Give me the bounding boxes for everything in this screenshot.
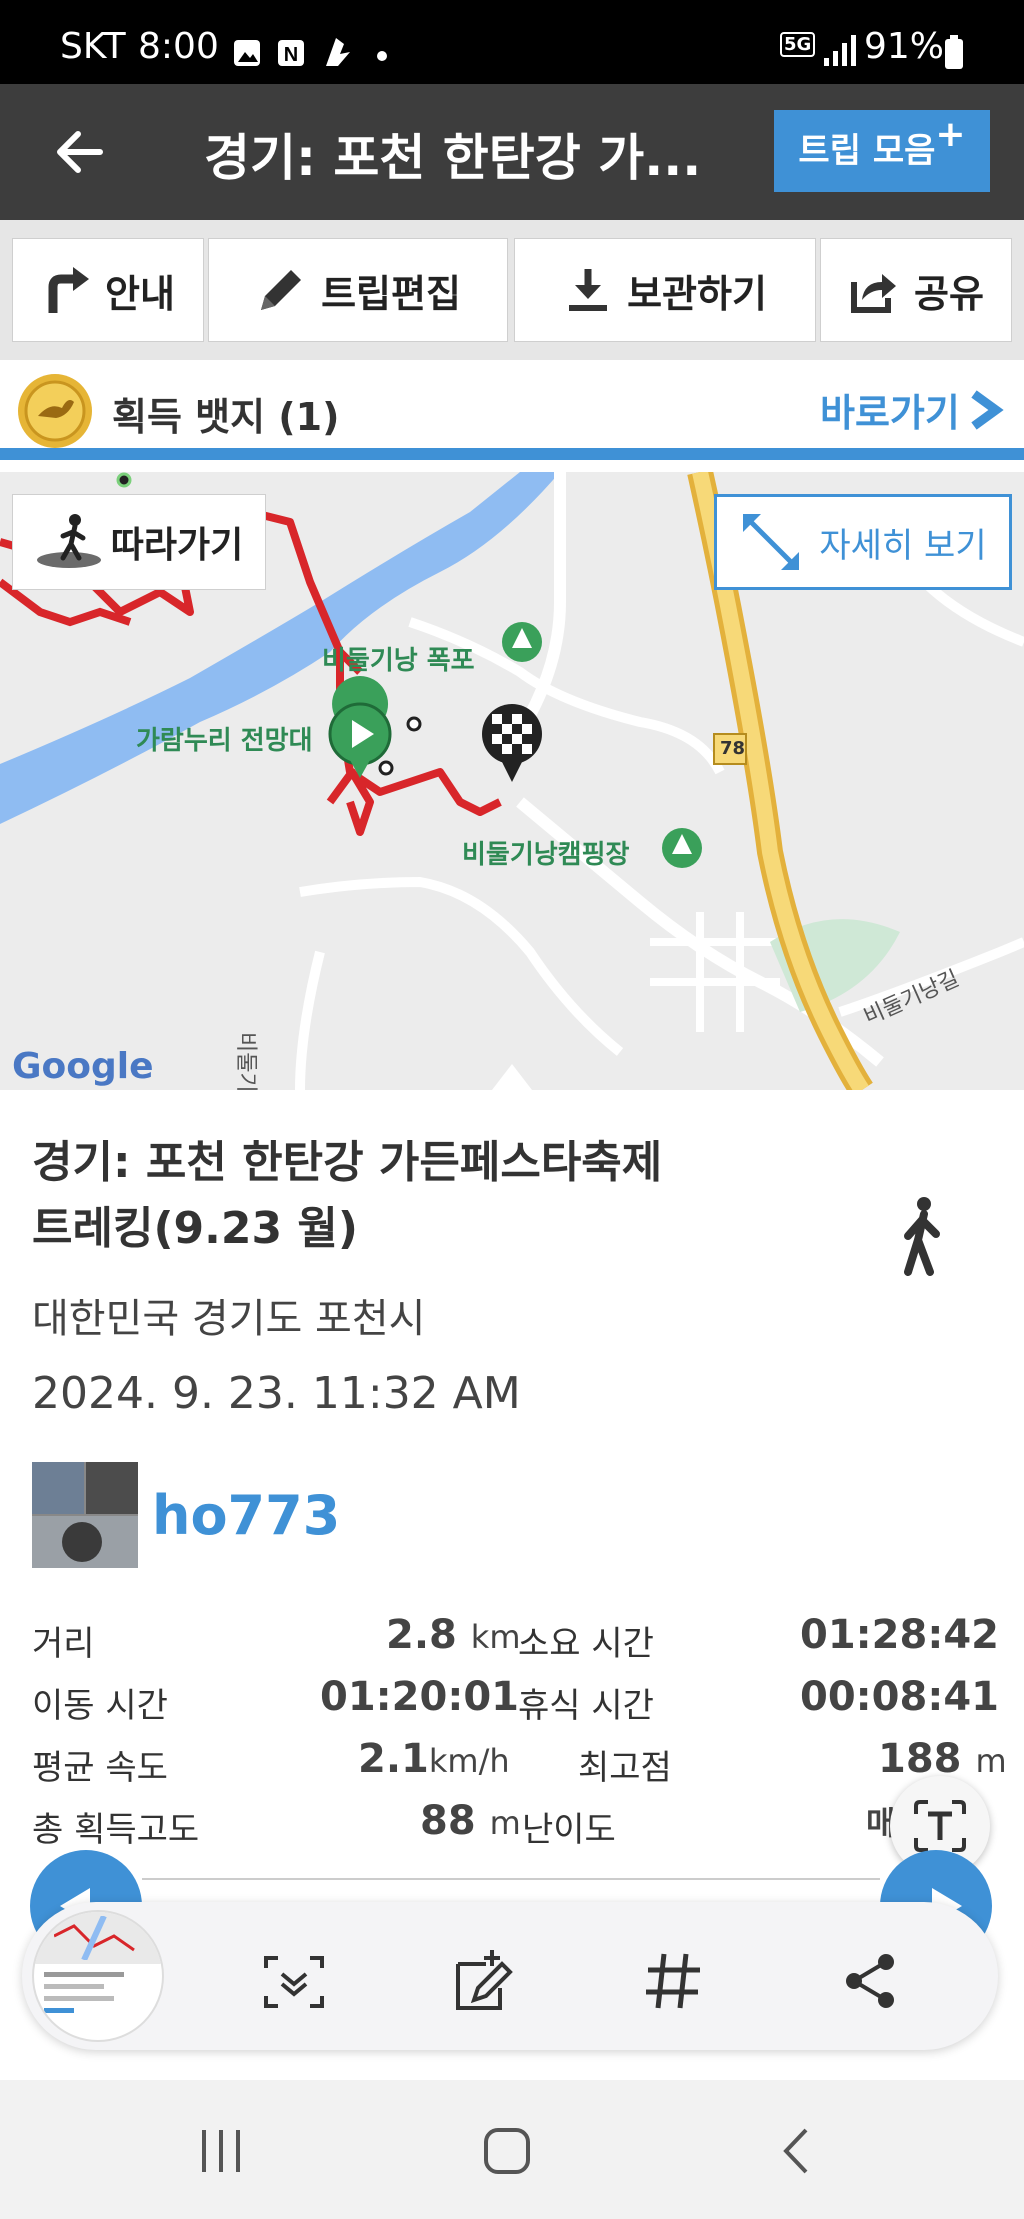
- guide-label: 안내: [105, 271, 175, 316]
- plus-icon: +: [935, 114, 966, 155]
- text-recognize-icon: [914, 1800, 966, 1852]
- difficulty-label: 난이도: [522, 1810, 616, 1850]
- turn-right-icon: [48, 267, 90, 313]
- badge-medal-icon[interactable]: [16, 372, 94, 450]
- thumbnail-map-icon: [54, 1916, 135, 1960]
- avg-speed-value: 2.1km/h: [358, 1736, 510, 1782]
- divider-line: [142, 1878, 880, 1880]
- guide-button[interactable]: 안내: [12, 238, 204, 342]
- elapsed-label: 소요 시간: [518, 1624, 654, 1664]
- walking-icon: [904, 1197, 940, 1276]
- avg-speed-label: 평균 속도: [32, 1748, 168, 1788]
- distance-unit: km: [470, 1618, 521, 1656]
- save-trip-label: 보관하기: [627, 271, 767, 316]
- follow-button[interactable]: 따라가기: [12, 494, 266, 590]
- more-dot-icon: [377, 51, 387, 61]
- trip-title: 경기: 포천 한탄강 가든페스타축제 트레킹(9.23 월): [32, 1130, 662, 1262]
- gallery-icon: [234, 40, 260, 66]
- user-avatar[interactable]: [32, 1462, 138, 1568]
- back-arrow-icon[interactable]: [52, 124, 108, 180]
- share-label: 공유: [914, 271, 984, 316]
- badge-label: 획득 뱃지 (1): [112, 395, 340, 439]
- total-gain-value: 88 m: [420, 1798, 521, 1844]
- max-elev-unit: m: [975, 1742, 1007, 1780]
- follow-label: 따라가기: [110, 525, 244, 566]
- username-link[interactable]: ho773: [152, 1484, 340, 1547]
- total-gain-label: 총 획득고도: [32, 1810, 200, 1850]
- home-icon[interactable]: [482, 2126, 532, 2176]
- trip-collection-button[interactable]: 트립 모음+: [774, 110, 990, 192]
- detail-view-label: 자세히 보기: [819, 525, 987, 566]
- download-icon: [569, 269, 608, 311]
- share-icon[interactable]: [842, 1952, 898, 2010]
- screenshot-thumbnail[interactable]: [32, 1910, 164, 2042]
- distance-value: 2.8 km: [386, 1612, 521, 1658]
- badge-shortcut-link[interactable]: 바로가기: [820, 382, 960, 437]
- map-label-camping: 비둘기낭캠핑장: [462, 840, 630, 870]
- badge-bar: 획득 뱃지 (1) 바로가기: [0, 360, 1024, 460]
- moving-label: 이동 시간: [32, 1686, 168, 1726]
- total-gain-unit: m: [489, 1804, 521, 1842]
- screenshot-toolbar: [22, 1902, 998, 2050]
- max-elev-label: 최고점: [578, 1748, 672, 1788]
- elapsed-value: 01:28:42: [800, 1612, 999, 1658]
- status-bar: SKT 8:00 N 5G 91%: [0, 0, 1024, 84]
- svg-text:N: N: [284, 44, 298, 66]
- naver-icon: N: [278, 40, 304, 66]
- pencil-icon: [261, 270, 302, 310]
- clock-text: 8:00: [138, 26, 219, 67]
- avg-speed-number: 2.1: [358, 1736, 429, 1782]
- distance-number: 2.8: [386, 1612, 457, 1658]
- trip-title-line1: 경기: 포천 한탄강 가든페스타축제: [32, 1137, 663, 1188]
- trip-title-line2: 트레킹(9.23 월): [32, 1203, 359, 1254]
- rest-value: 00:08:41: [800, 1674, 999, 1720]
- map-label-waterfall: 비둘기낭 폭포: [322, 646, 475, 676]
- trip-map[interactable]: 비둘기낭 폭포 가람누리 전망대 비둘기낭캠핑장 78 비둘기낭길 비둘기낭1길…: [0, 472, 1024, 1090]
- map-label-road-left: 비둘기낭1길: [233, 1032, 258, 1090]
- signal-icon: [824, 35, 856, 66]
- rest-label: 휴식 시간: [518, 1686, 654, 1726]
- hiker-icon: [36, 514, 101, 568]
- map-label-observatory: 가람누리 전망대: [136, 726, 313, 756]
- avg-speed-unit: km/h: [428, 1742, 510, 1780]
- waterfall-pin-icon: [502, 622, 542, 662]
- save-trip-button[interactable]: 보관하기: [514, 238, 816, 342]
- recent-apps-icon[interactable]: [196, 2128, 246, 2174]
- action-toolbar: 안내 트립편집 보관하기 공유: [0, 220, 1024, 360]
- share-button[interactable]: 공유: [820, 238, 1012, 342]
- moving-value: 01:20:01: [320, 1674, 519, 1720]
- edit-trip-label: 트립편집: [321, 271, 461, 316]
- map-label-road-78: 78: [720, 738, 746, 759]
- scroll-capture-icon[interactable]: [262, 1952, 326, 2012]
- camping-pin-icon: [662, 828, 702, 868]
- edit-trip-button[interactable]: 트립편집: [208, 238, 508, 342]
- trip-datetime: 2024. 9. 23. 11:32 AM: [32, 1368, 521, 1419]
- app-notification-icon: [326, 38, 350, 66]
- distance-label: 거리: [32, 1624, 95, 1664]
- carrier-text: SKT: [60, 26, 126, 67]
- battery-text: 91%: [864, 26, 945, 67]
- max-elev-number: 188: [878, 1736, 962, 1782]
- google-logo: Google: [12, 1046, 154, 1087]
- chevron-right-icon: [971, 390, 1004, 430]
- system-nav-bar: [0, 2080, 1024, 2219]
- share-box-icon: [851, 274, 897, 313]
- detail-view-button[interactable]: 자세히 보기: [714, 494, 1012, 590]
- expand-arrows-icon: [743, 514, 800, 570]
- battery-icon: [945, 35, 963, 69]
- trip-collection-label: 트립 모음: [798, 131, 936, 171]
- total-gain-number: 88: [420, 1798, 476, 1844]
- page-title: 경기: 포천 한탄강 가...: [204, 129, 702, 187]
- network-badge: 5G: [780, 32, 816, 57]
- back-nav-icon[interactable]: [776, 2126, 816, 2176]
- hashtag-icon[interactable]: [642, 1950, 704, 2012]
- trip-location: 대한민국 경기도 포천시: [32, 1296, 426, 1342]
- draw-edit-icon[interactable]: [450, 1948, 518, 2016]
